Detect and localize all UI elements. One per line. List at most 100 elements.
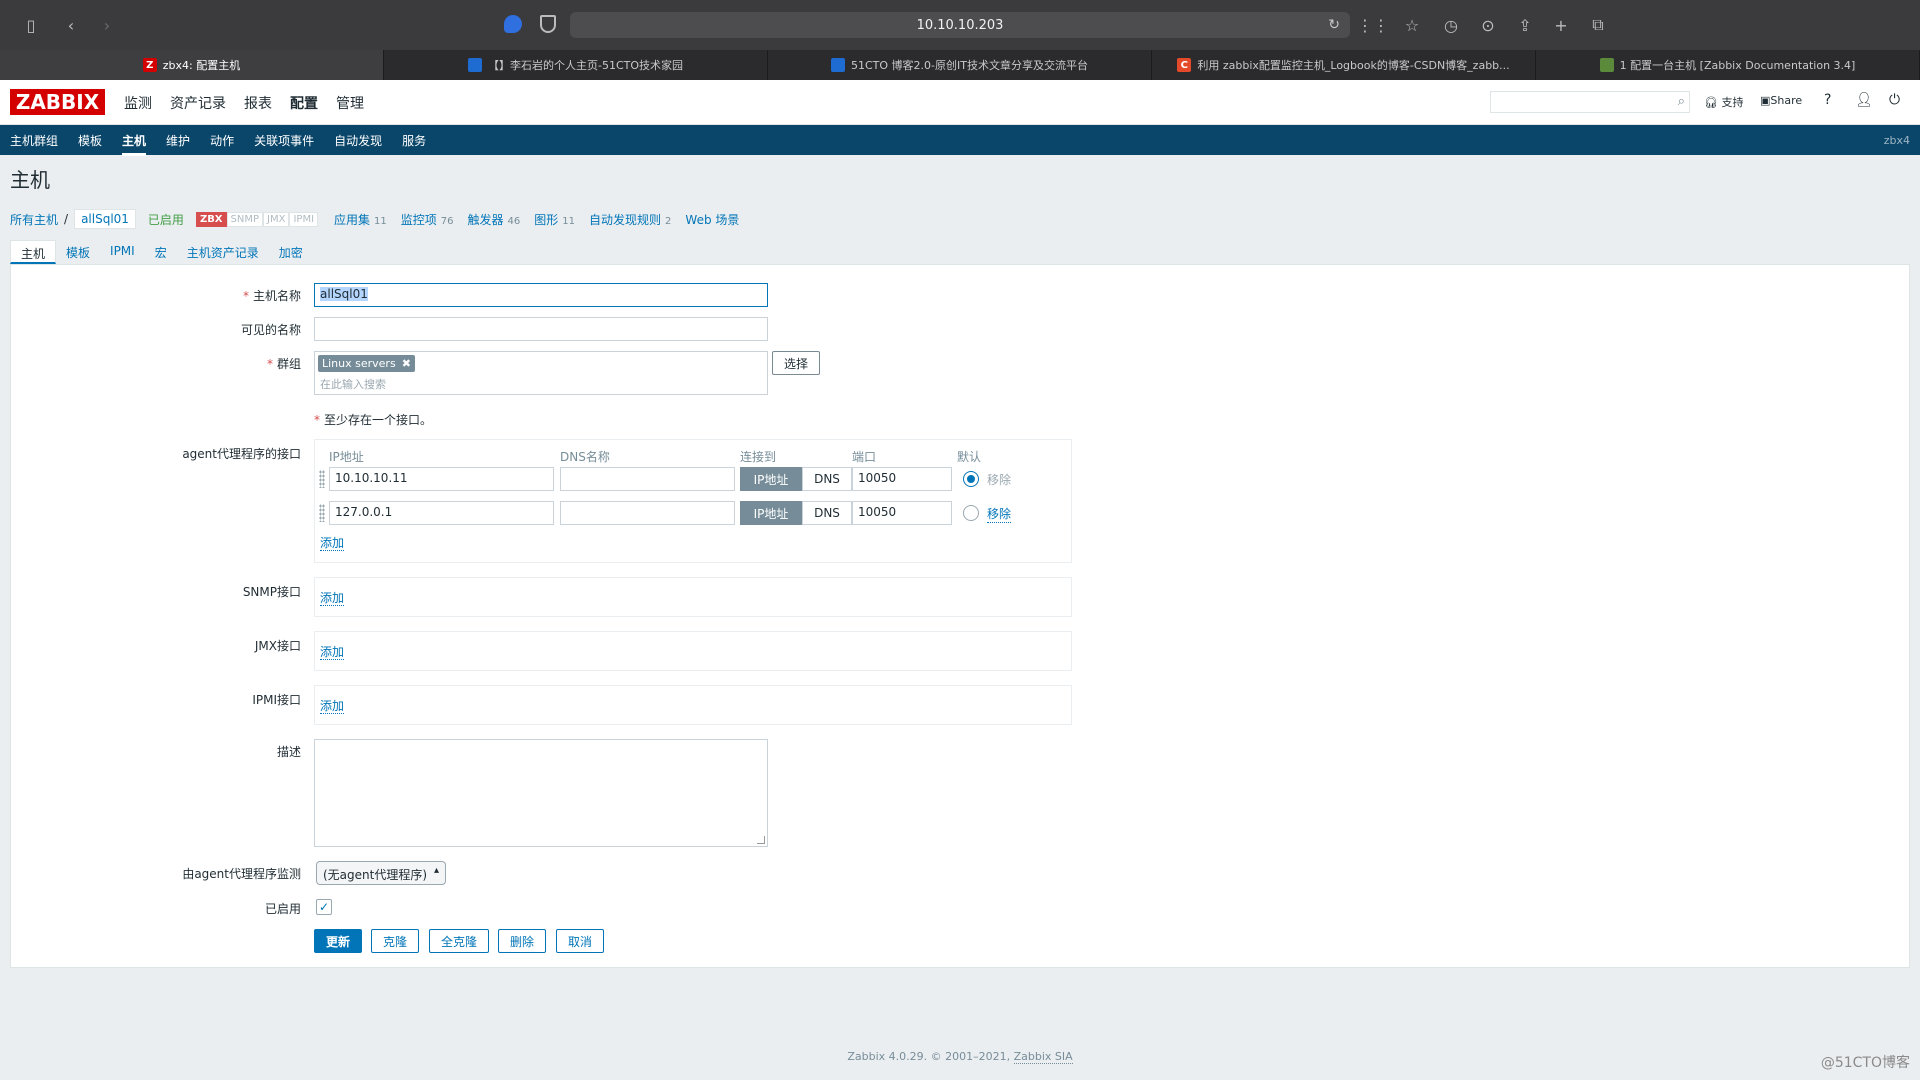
remove-interface-link: 移除	[987, 473, 1012, 487]
resize-grip-icon[interactable]	[757, 836, 765, 844]
menu-reports[interactable]: 报表	[244, 93, 272, 113]
zabbix-logo[interactable]: ZABBIX	[10, 89, 105, 115]
browser-tab[interactable]: 【】李石岩的个人主页-51CTO技术家园	[384, 50, 768, 80]
submenu-discovery[interactable]: 自动发现	[334, 125, 382, 156]
cancel-button[interactable]: 取消	[556, 929, 604, 953]
delete-button[interactable]: 删除	[498, 929, 546, 953]
tab-encryption[interactable]: 加密	[269, 240, 313, 264]
interface-ip-input[interactable]: 10.10.10.11	[329, 467, 554, 491]
submenu-hosts[interactable]: 主机	[122, 125, 147, 156]
group-chip[interactable]: Linux servers ✖	[318, 355, 415, 372]
visible-name-input[interactable]	[314, 317, 768, 341]
interface-ip-input[interactable]: 127.0.0.1	[329, 501, 554, 525]
enabled-label: 已启用	[264, 902, 301, 916]
add-agent-interface-link[interactable]: 添加	[320, 536, 345, 551]
connect-dns-option[interactable]: DNS	[802, 467, 852, 491]
all-hosts-link[interactable]: 所有主机	[10, 211, 58, 228]
default-interface-radio[interactable]	[963, 505, 979, 521]
connect-dns-option[interactable]: DNS	[802, 501, 852, 525]
graphs-count: 11	[562, 215, 576, 227]
submenu-actions[interactable]: 动作	[210, 125, 234, 156]
default-interface-radio[interactable]	[963, 471, 979, 487]
items-link[interactable]: 监控项 76	[401, 211, 454, 228]
shield-icon[interactable]	[540, 15, 556, 33]
menu-administration[interactable]: 管理	[336, 93, 364, 113]
interface-dns-input[interactable]	[560, 467, 735, 491]
host-status-enabled[interactable]: 已启用	[148, 211, 184, 228]
clone-button[interactable]: 克隆	[371, 929, 419, 953]
support-link[interactable]: 🎧︎ 支持	[1704, 94, 1743, 110]
interface-port-input[interactable]: 10050	[852, 467, 952, 491]
select-groups-button[interactable]: 选择	[772, 351, 820, 375]
tabs-overview-icon[interactable]: ⧉	[1587, 14, 1609, 36]
add-snmp-interface-link[interactable]: 添加	[320, 591, 345, 606]
interface-dns-input[interactable]	[560, 501, 735, 525]
support-label: 支持	[1721, 96, 1744, 109]
submenu-host-groups[interactable]: 主机群组	[10, 125, 58, 156]
menu-configuration[interactable]: 配置	[290, 93, 318, 113]
description-textarea[interactable]	[314, 739, 768, 847]
forward-icon[interactable]: ›	[96, 14, 118, 36]
browser-tab[interactable]: C 利用 zabbix配置监控主机_Logbook的博客-CSDN博客_zabb…	[1152, 50, 1536, 80]
menu-inventory[interactable]: 资产记录	[170, 93, 226, 113]
submenu-templates[interactable]: 模板	[78, 125, 102, 156]
proxy-select[interactable]: (无agent代理程序) ▴	[316, 861, 446, 885]
triggers-link[interactable]: 触发器 46	[468, 211, 521, 228]
proxy-selected-value: (无agent代理程序)	[323, 868, 428, 882]
submenu-services[interactable]: 服务	[402, 125, 426, 156]
browser-tab[interactable]: 51CTO 博客2.0-原创IT技术文章分享及交流平台	[768, 50, 1152, 80]
history-icon[interactable]: ◷	[1440, 14, 1462, 36]
zabbix-sia-link[interactable]: Zabbix SIA	[1013, 1050, 1073, 1064]
back-icon[interactable]: ‹	[60, 14, 82, 36]
menu-monitoring[interactable]: 监测	[124, 93, 152, 113]
tab-macros[interactable]: 宏	[145, 240, 177, 264]
address-bar[interactable]: 10.10.10.203 ↻	[570, 12, 1350, 38]
submenu-correlation[interactable]: 关联项事件	[254, 125, 314, 156]
remove-chip-icon[interactable]: ✖	[402, 357, 411, 370]
tab-inventory[interactable]: 主机资产记录	[177, 240, 269, 264]
groups-multiselect[interactable]: Linux servers ✖ 在此输入搜索	[314, 351, 768, 395]
add-jmx-interface-link[interactable]: 添加	[320, 645, 345, 660]
enabled-checkbox[interactable]: ✓	[316, 899, 332, 915]
tab-host[interactable]: 主机	[10, 240, 57, 264]
star-icon[interactable]: ☆	[1401, 14, 1423, 36]
discovery-rules-link[interactable]: 自动发现规则 2	[589, 211, 671, 228]
help-icon[interactable]: ?	[1824, 92, 1831, 108]
pen-favicon-icon	[831, 58, 845, 72]
share-link[interactable]: ▣Share	[1760, 94, 1802, 107]
tab-templates[interactable]: 模板	[56, 240, 100, 264]
sidebar-toggle-icon[interactable]: ▯	[20, 14, 42, 36]
tab-ipmi[interactable]: IPMI	[100, 240, 145, 264]
new-tab-icon[interactable]: +	[1550, 14, 1572, 36]
submenu-maintenance[interactable]: 维护	[166, 125, 190, 156]
current-host-link[interactable]: allSql01	[74, 209, 136, 229]
reload-icon[interactable]: ↻	[1328, 17, 1340, 33]
remove-interface-link[interactable]: 移除	[987, 505, 1012, 523]
applications-link[interactable]: 应用集 11	[334, 211, 387, 228]
snmp-status-badge: SNMP	[226, 211, 264, 227]
drag-handle-icon[interactable]	[319, 504, 325, 522]
full-clone-button[interactable]: 全克隆	[429, 929, 489, 953]
connect-ip-option[interactable]: IP地址	[740, 501, 802, 525]
grid-icon[interactable]: ⋮⋮	[1357, 14, 1389, 36]
share-icon[interactable]: ⇪	[1514, 14, 1536, 36]
graphs-link[interactable]: 图形 11	[534, 211, 575, 228]
connect-ip-option[interactable]: IP地址	[740, 467, 802, 491]
add-ipmi-interface-link[interactable]: 添加	[320, 699, 345, 714]
drag-handle-icon[interactable]	[319, 470, 325, 488]
page-title: 主机	[10, 168, 50, 192]
host-name-input[interactable]: allSql01	[314, 283, 768, 307]
download-icon[interactable]: ⊙	[1477, 14, 1499, 36]
global-search-input[interactable]: ⌕	[1490, 91, 1690, 113]
search-icon[interactable]: ⌕	[1678, 94, 1685, 109]
logout-icon[interactable]: ⏻	[1889, 92, 1900, 108]
web-scenarios-link[interactable]: Web 场景	[685, 211, 739, 228]
groups-search-placeholder[interactable]: 在此输入搜索	[320, 376, 386, 392]
browser-tab[interactable]: Z zbx4: 配置主机	[0, 50, 384, 80]
triggers-count: 46	[507, 215, 521, 227]
interface-port-input[interactable]: 10050	[852, 501, 952, 525]
password-icon[interactable]	[504, 15, 522, 33]
user-profile-icon[interactable]: 👤︎	[1855, 92, 1873, 108]
update-button[interactable]: 更新	[314, 929, 362, 953]
browser-tab[interactable]: 1 配置一台主机 [Zabbix Documentation 3.4]	[1536, 50, 1920, 80]
